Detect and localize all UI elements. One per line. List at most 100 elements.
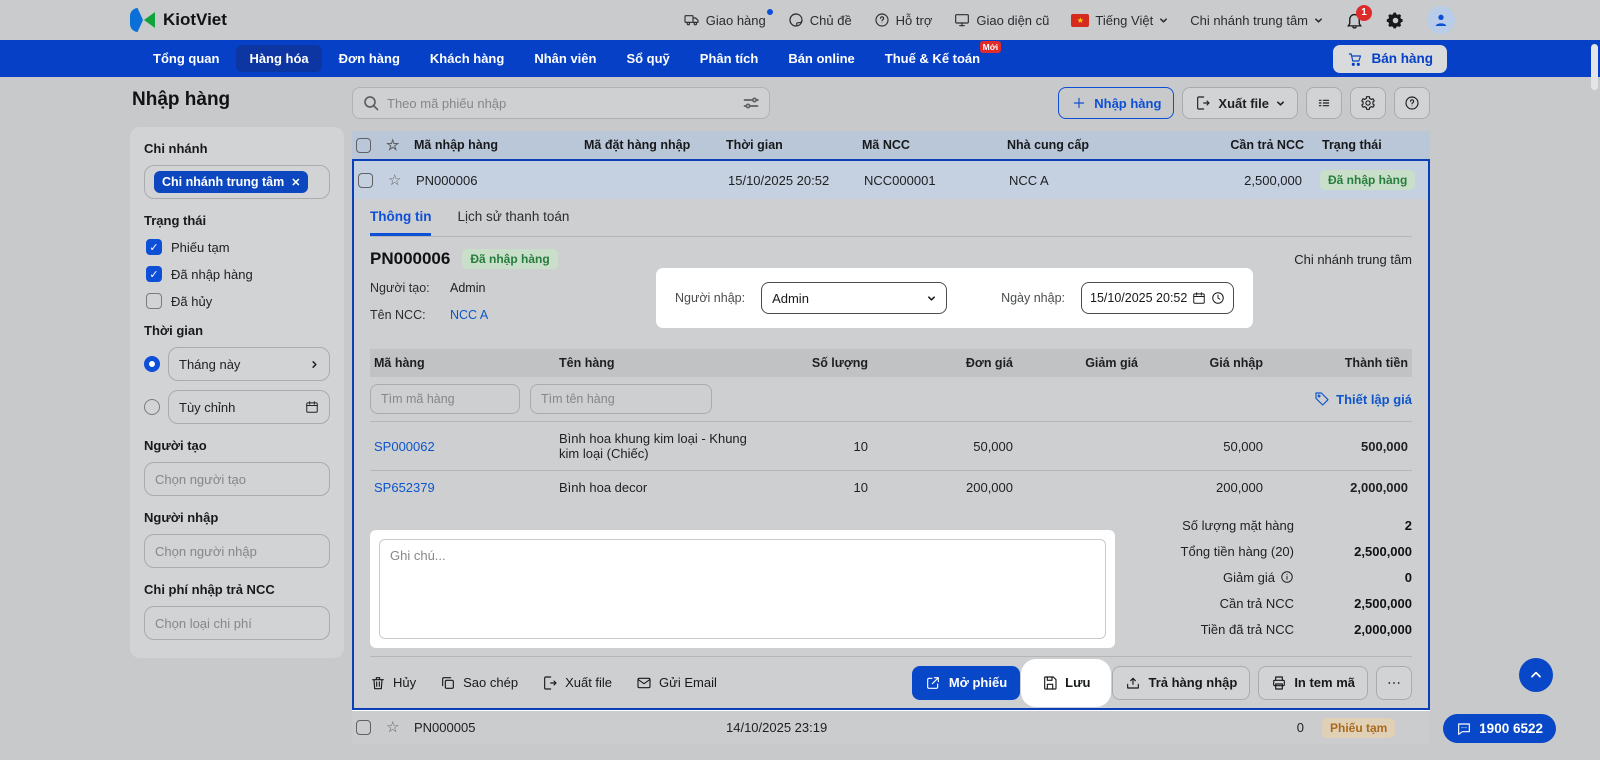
importer-select[interactable]: Admin — [761, 282, 948, 314]
product-code-search-input[interactable] — [370, 384, 520, 414]
notifications-button[interactable]: 1 — [1345, 4, 1372, 30]
checkbox-label: Đã nhập hàng — [171, 266, 253, 282]
note-textarea[interactable] — [379, 539, 1106, 639]
col-thoi-gian[interactable]: Thời gian — [722, 138, 858, 152]
product-row[interactable]: SP000062 Bình hoa khung kim loại - Khung… — [370, 421, 1412, 470]
more-actions-button[interactable] — [1376, 665, 1412, 700]
tab-thong-tin[interactable]: Thông tin — [370, 199, 432, 236]
time-preset-select[interactable]: Tháng này — [168, 347, 330, 381]
supplier-link[interactable]: NCC A — [450, 308, 488, 322]
radio-unselected-icon[interactable] — [144, 399, 160, 415]
scroll-to-top-button[interactable] — [1519, 658, 1553, 692]
table-row[interactable]: ☆ PN000006 15/10/2025 20:52 NCC000001 NC… — [354, 161, 1428, 199]
nav-ban-online[interactable]: Bán online — [775, 45, 867, 72]
status-checkbox-da-nhap-hang[interactable]: ✓ Đã nhập hàng — [146, 266, 328, 282]
col-nha-cung-cap[interactable]: Nhà cung cấp — [1003, 138, 1186, 152]
star-icon[interactable]: ☆ — [382, 720, 410, 735]
monitor-icon — [955, 14, 970, 27]
export-icon — [1197, 96, 1210, 110]
status-checkbox-phieu-tam[interactable]: ✓ Phiếu tạm — [146, 239, 328, 255]
support-menu[interactable]: Hỗ trợ — [874, 12, 932, 28]
nav-khach-hang[interactable]: Khách hàng — [417, 45, 517, 72]
row-checkbox[interactable] — [356, 720, 371, 735]
col-can-tra-ncc[interactable]: Cần trả NCC — [1186, 138, 1308, 152]
brand-logo[interactable]: KiotViet — [130, 7, 227, 33]
product-price: 200,000 — [966, 480, 1013, 495]
nav-phan-tich[interactable]: Phân tích — [687, 45, 772, 72]
nav-tong-quan[interactable]: Tổng quan — [140, 45, 232, 72]
settings-button[interactable] — [1386, 11, 1405, 30]
import-goods-button[interactable]: Nhập hàng — [1058, 87, 1175, 119]
open-record-button[interactable]: Mở phiếu — [911, 665, 1021, 700]
search-input[interactable] — [387, 95, 735, 111]
scrollbar-thumb[interactable] — [1591, 44, 1598, 90]
export-record-button[interactable]: Xuất file — [542, 675, 612, 691]
nav-nhan-vien[interactable]: Nhân viên — [521, 45, 609, 72]
creator-filter-input[interactable] — [144, 462, 330, 496]
help-icon — [1405, 96, 1419, 110]
time-custom-select[interactable]: Tùy chỉnh — [168, 390, 330, 424]
select-all-checkbox[interactable] — [356, 137, 371, 153]
help-button[interactable] — [1394, 87, 1430, 119]
star-icon[interactable]: ☆ — [384, 173, 412, 188]
branch-chip[interactable]: Chi nhánh trung tâm ✕ — [154, 171, 309, 193]
calendar-icon[interactable] — [1192, 291, 1206, 305]
tab-lich-su-thanh-toan[interactable]: Lịch sử thanh toán — [457, 199, 569, 236]
pcol-ma-hang: Mã hàng — [374, 356, 425, 370]
col-ma-ncc[interactable]: Mã NCC — [858, 138, 1003, 152]
language-menu[interactable]: ★ Tiếng Việt — [1071, 13, 1168, 28]
theme-menu[interactable]: Chủ đề — [788, 12, 852, 28]
row-checkbox[interactable] — [358, 172, 373, 188]
legacy-ui-label: Giao diện cũ — [976, 12, 1050, 28]
legacy-ui-menu[interactable]: Giao diện cũ — [954, 12, 1049, 28]
nav-don-hang[interactable]: Đơn hàng — [326, 45, 413, 72]
nav-so-quy[interactable]: Sổ quỹ — [613, 45, 682, 72]
branch-menu[interactable]: Chi nhánh trung tâm — [1190, 13, 1323, 28]
product-price: 50,000 — [973, 438, 1013, 454]
column-settings-button[interactable] — [1306, 87, 1342, 119]
product-name-search-input[interactable] — [530, 384, 712, 414]
col-ma-dat-hang-nhap[interactable]: Mã đặt hàng nhập — [580, 138, 722, 152]
nav-thue-ke-toan[interactable]: Thuế & Kế toán Mới — [872, 41, 1002, 72]
copy-button[interactable]: Sao chép — [440, 675, 518, 691]
col-trang-thai[interactable]: Trạng thái — [1308, 138, 1430, 152]
import-date-field[interactable]: 15/10/2025 20:52 — [1081, 282, 1235, 314]
importer-filter-input[interactable] — [144, 534, 330, 568]
close-icon[interactable]: ✕ — [291, 176, 300, 189]
import-date-value: 15/10/2025 20:52 — [1090, 291, 1188, 305]
info-icon[interactable] — [1280, 570, 1294, 584]
search-box[interactable] — [352, 87, 770, 119]
save-button[interactable]: Lưu — [1028, 665, 1105, 700]
return-arrow-icon — [1127, 677, 1140, 689]
radio-selected-icon[interactable] — [144, 356, 160, 372]
col-ma-nhap-hang[interactable]: Mã nhập hàng — [410, 138, 580, 152]
hotline-button[interactable]: 1900 6522 — [1443, 714, 1556, 743]
price-setup-link[interactable]: Thiết lập giá — [1314, 391, 1412, 407]
table-row[interactable]: ☆ PN000005 14/10/2025 23:19 0 Phiếu tạm — [352, 710, 1430, 744]
notification-dot — [766, 9, 773, 15]
importer-spotlight-panel: Người nhập: Admin Ngày nhập: 15/10/2025 … — [657, 269, 1253, 327]
export-file-button[interactable]: Xuất file — [1182, 87, 1298, 119]
sell-button[interactable]: Bán hàng — [1333, 44, 1447, 73]
send-email-button[interactable]: Gửi Email — [636, 675, 717, 691]
nav-hang-hoa[interactable]: Hàng hóa — [236, 45, 322, 72]
branch-filter-box[interactable]: Chi nhánh trung tâm ✕ — [144, 165, 330, 199]
status-checkbox-da-huy[interactable]: Đã hủy — [146, 293, 328, 309]
sliders-icon[interactable] — [743, 95, 759, 111]
pcol-don-gia: Đơn giá — [965, 356, 1013, 370]
list-settings-button[interactable] — [1350, 87, 1386, 119]
time-filter-label: Thời gian — [144, 323, 204, 338]
cancel-button[interactable]: Hủy — [370, 675, 416, 691]
return-goods-button[interactable]: Trả hàng nhập — [1112, 665, 1251, 700]
clock-icon[interactable] — [1211, 291, 1225, 305]
cost-filter-input[interactable] — [144, 606, 330, 640]
product-code-link[interactable]: SP652379 — [370, 480, 555, 495]
chevron-up-icon — [1531, 671, 1541, 678]
product-code-link[interactable]: SP000062 — [370, 439, 555, 454]
checkbox-checked-icon: ✓ — [146, 266, 162, 282]
print-labels-button[interactable]: In tem mã — [1258, 665, 1368, 700]
product-row[interactable]: SP652379 Bình hoa decor 10 200,000 200,0… — [370, 470, 1412, 504]
branch-filter-label: Chi nhánh — [144, 141, 208, 156]
user-avatar[interactable] — [1427, 6, 1455, 34]
delivery-menu[interactable]: Giao hàng — [684, 9, 773, 28]
